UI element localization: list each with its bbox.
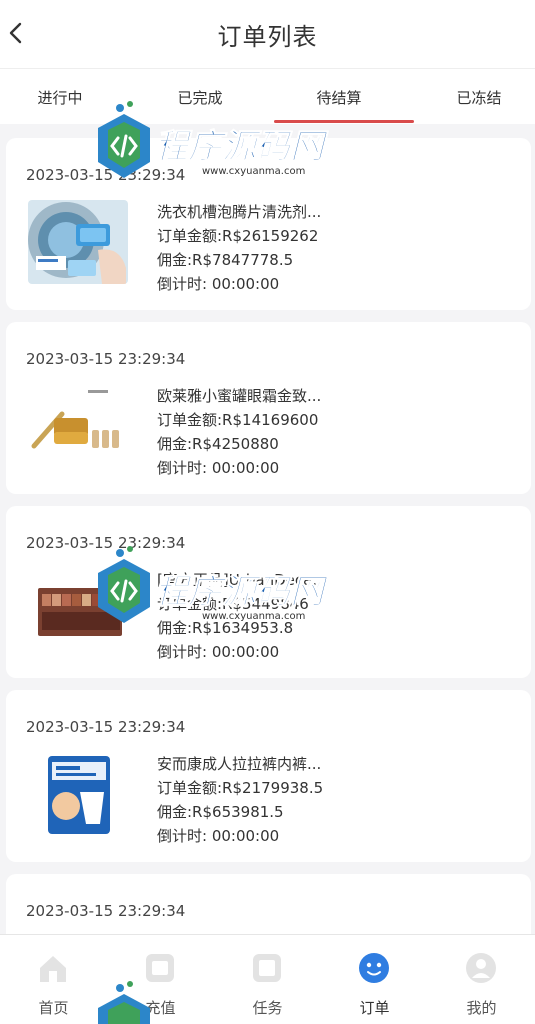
order-card[interactable]: 2023-03-15 23:29:34 洗衣机槽泡腾片清洗剂... 订单金额:R… (6, 138, 531, 310)
tabbar-label: 我的 (466, 999, 497, 1017)
commission: 佣金:R$1634953.8 (157, 619, 294, 637)
order-card[interactable]: 2023-03-15 23:29:34 [官方正品]UrbanDeca... 订… (6, 506, 531, 678)
tab-label: 进行中 (37, 88, 83, 107)
tab-pending-settlement[interactable]: 待结算 (274, 69, 414, 125)
active-tab-indicator (274, 120, 414, 123)
product-title: [官方正品]UrbanDeca... (157, 571, 327, 589)
commission: 佣金:R$7847778.5 (157, 251, 294, 269)
order-time: 2023-03-15 23:29:34 (26, 534, 186, 552)
product-title: 安而康成人拉拉裤内裤... (157, 755, 322, 773)
task-icon (253, 954, 281, 982)
tab-label: 待结算 (316, 88, 362, 107)
order-amount: 订单金额:R$26159262 (157, 227, 319, 245)
tab-label: 已冻结 (456, 88, 502, 107)
order-amount: 订单金额:R$5449846 (157, 595, 309, 613)
order-time: 2023-03-15 23:29:34 (26, 902, 186, 920)
product-title: 洗衣机槽泡腾片清洗剂... (157, 203, 322, 221)
product-title: 欧莱雅小蜜罐眼霜金致... (157, 387, 322, 405)
commission: 佣金:R$4250880 (157, 435, 279, 453)
tabbar-label: 任务 (252, 999, 283, 1017)
tabbar-label: 充值 (145, 999, 176, 1017)
recharge-icon (146, 954, 174, 982)
back-button[interactable] (2, 18, 30, 48)
tabbar-item-profile[interactable]: 我的 (428, 935, 535, 1024)
home-icon (40, 956, 66, 982)
page-title: 订单列表 (217, 22, 318, 51)
countdown: 倒计时: 00:00:00 (157, 275, 280, 293)
tabbar-label: 首页 (38, 999, 69, 1017)
order-icon (359, 953, 389, 983)
order-amount: 订单金额:R$2179938.5 (157, 779, 324, 797)
tab-completed[interactable]: 已完成 (135, 69, 265, 125)
product-image (28, 200, 128, 284)
order-amount: 订单金额:R$14169600 (157, 411, 319, 429)
chevron-left-icon (9, 22, 22, 44)
order-info: 安而康成人拉拉裤内裤... 订单金额:R$2179938.5 佣金:R$6539… (157, 752, 487, 848)
tabbar-item-order[interactable]: 订单 (321, 935, 428, 1024)
countdown: 倒计时: 00:00:00 (157, 643, 280, 661)
order-card[interactable]: 2023-03-15 23:29:34 安而康成人拉拉裤内裤... 订单金额:R… (6, 690, 531, 862)
commission: 佣金:R$653981.5 (157, 803, 284, 821)
tabbar-item-task[interactable]: 任务 (214, 935, 321, 1024)
tab-frozen[interactable]: 已冻结 (414, 69, 535, 125)
profile-icon (466, 953, 496, 983)
tabbar-item-recharge[interactable]: 充值 (107, 935, 214, 1024)
order-time: 2023-03-15 23:29:34 (26, 350, 186, 368)
order-info: 欧莱雅小蜜罐眼霜金致... 订单金额:R$14169600 佣金:R$42508… (157, 384, 487, 480)
bottom-tab-bar: 首页 充值 任务 订单 我的 (0, 934, 535, 1024)
tab-label: 已完成 (177, 88, 223, 107)
app-header: 订单列表 (0, 0, 535, 68)
order-time: 2023-03-15 23:29:34 (26, 718, 186, 736)
status-tabs: 进行中 已完成 待结算 已冻结 (0, 68, 535, 124)
tabbar-item-home[interactable]: 首页 (0, 935, 107, 1024)
order-card[interactable]: 2023-03-15 23:29:34 欧莱雅小蜜罐眼霜金致... 订单金额:R… (6, 322, 531, 494)
product-image (28, 568, 128, 652)
product-image (28, 384, 128, 468)
order-info: [官方正品]UrbanDeca... 订单金额:R$5449846 佣金:R$1… (157, 568, 487, 664)
countdown: 倒计时: 00:00:00 (157, 459, 280, 477)
countdown: 倒计时: 00:00:00 (157, 827, 280, 845)
tab-in-progress[interactable]: 进行中 (0, 69, 125, 125)
product-image (28, 752, 128, 836)
order-time: 2023-03-15 23:29:34 (26, 166, 186, 184)
order-info: 洗衣机槽泡腾片清洗剂... 订单金额:R$26159262 佣金:R$78477… (157, 200, 487, 296)
tabbar-label: 订单 (359, 999, 390, 1017)
